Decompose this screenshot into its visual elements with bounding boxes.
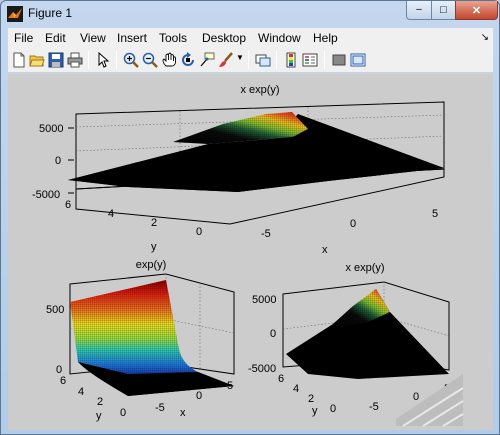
- zoom-out-icon[interactable]: [142, 52, 158, 68]
- bl-xlabel: x: [180, 407, 186, 419]
- top-ytick-4: 4: [108, 208, 114, 220]
- bl-ytick-0: 0: [120, 407, 126, 419]
- figure-toolbar: ▼: [8, 47, 493, 73]
- pan-icon[interactable]: [161, 52, 177, 68]
- br-ytick-6: 6: [278, 373, 284, 385]
- insert-colorbar-icon[interactable]: [283, 52, 299, 68]
- top-xtick-0: 0: [350, 218, 356, 230]
- plots-svg: x exp(y) 5000 0 -5000 6 4 2 0 y -5 0 5 x: [32, 84, 464, 427]
- top-ytick-2: 2: [151, 217, 157, 229]
- br-ztick-neg5000: -5000: [248, 363, 276, 375]
- top-ytick-0: 0: [196, 226, 202, 238]
- br-ytick-0: 0: [330, 403, 336, 415]
- menu-edit[interactable]: Edit: [45, 31, 66, 45]
- insert-legend-icon[interactable]: [302, 52, 318, 68]
- top-ztick-5000: 5000: [39, 123, 63, 135]
- plot-bottom-left: exp(y) 500 0 6 4 2 0 y -5 0 5 x: [46, 259, 235, 422]
- figure-canvas[interactable]: x exp(y) 5000 0 -5000 6 4 2 0 y -5 0 5 x: [8, 74, 493, 430]
- toolbar-separator: [88, 51, 89, 69]
- top-xtick-5: 5: [432, 208, 438, 220]
- print-icon[interactable]: [67, 52, 83, 68]
- dock-arrow-icon[interactable]: ↘: [481, 32, 489, 43]
- data-cursor-icon[interactable]: [199, 52, 215, 68]
- matlab-logo-icon: [7, 6, 23, 22]
- top-xtick-neg5: -5: [261, 228, 271, 240]
- link-plot-icon[interactable]: [255, 52, 271, 68]
- toolbar-separator: [324, 51, 325, 69]
- close-icon: ✕: [471, 4, 482, 17]
- top-xlabel: x: [322, 244, 328, 256]
- bl-ylabel: y: [96, 410, 102, 422]
- close-button[interactable]: ✕: [455, 1, 498, 20]
- bl-ytick-4: 4: [78, 386, 84, 398]
- br-ztick-0: 0: [270, 328, 276, 340]
- menu-window[interactable]: Window: [258, 31, 301, 45]
- maximize-button[interactable]: □: [431, 1, 456, 20]
- bl-xtick-neg5: -5: [155, 402, 165, 414]
- menu-insert[interactable]: Insert: [117, 31, 147, 45]
- plot-top: x exp(y) 5000 0 -5000 6 4 2 0 y -5 0 5 x: [32, 84, 445, 256]
- minimize-button[interactable]: –: [406, 1, 432, 20]
- maximize-icon: □: [440, 4, 447, 16]
- br-ytick-2: 2: [308, 393, 314, 405]
- menu-bar: File Edit View Insert Tools Desktop Wind…: [8, 28, 493, 47]
- open-file-icon[interactable]: [29, 52, 45, 68]
- resize-grip-icon[interactable]: [396, 374, 464, 427]
- save-icon[interactable]: [48, 52, 64, 68]
- bl-ytick-2: 2: [97, 396, 103, 408]
- br-ztick-5000: 5000: [252, 294, 276, 306]
- new-figure-icon[interactable]: [11, 52, 27, 68]
- minimize-icon: –: [416, 4, 422, 15]
- menu-file[interactable]: File: [14, 31, 33, 45]
- top-ytick-6: 6: [65, 199, 71, 211]
- rotate-3d-icon[interactable]: [180, 52, 196, 68]
- menu-help[interactable]: Help: [313, 31, 338, 45]
- title-bar[interactable]: Figure 1 – □ ✕: [1, 1, 499, 27]
- top-ztick-neg5000: -5000: [32, 189, 60, 201]
- hide-plot-tools-icon[interactable]: [331, 52, 347, 68]
- br-xtick-0: 0: [413, 391, 419, 403]
- top-title: x exp(y): [240, 84, 279, 96]
- bl-xtick-5: 5: [227, 380, 233, 392]
- bl-ztick-500: 500: [46, 304, 64, 316]
- top-ztick-0: 0: [55, 155, 61, 167]
- window-title: Figure 1: [28, 6, 73, 20]
- show-plot-tools-icon[interactable]: [350, 52, 366, 68]
- br-xtick-neg5: -5: [369, 401, 379, 413]
- edit-plot-icon[interactable]: [95, 52, 111, 68]
- plot-bottom-right: x exp(y) 5000 0 -5000 6 4 2 0 y -5 0 5: [248, 262, 450, 417]
- zoom-in-icon[interactable]: [123, 52, 139, 68]
- br-title: x exp(y): [345, 262, 384, 274]
- bl-title: exp(y): [136, 259, 167, 271]
- figure-window: Figure 1 – □ ✕ File Edit View Insert Too…: [0, 0, 500, 435]
- br-ytick-4: 4: [293, 383, 299, 395]
- brush-dropdown-icon[interactable]: ▼: [236, 53, 244, 62]
- menu-view[interactable]: View: [80, 31, 106, 45]
- menu-tools[interactable]: Tools: [159, 31, 187, 45]
- toolbar-separator: [116, 51, 117, 69]
- toolbar-separator: [276, 51, 277, 69]
- br-ylabel: y: [312, 405, 318, 417]
- brush-icon[interactable]: [218, 52, 234, 68]
- bl-xtick-0: 0: [196, 390, 202, 402]
- top-ylabel: y: [151, 241, 157, 253]
- toolbar-separator: [248, 51, 249, 69]
- menu-desktop[interactable]: Desktop: [202, 31, 246, 45]
- bl-ytick-6: 6: [60, 375, 66, 387]
